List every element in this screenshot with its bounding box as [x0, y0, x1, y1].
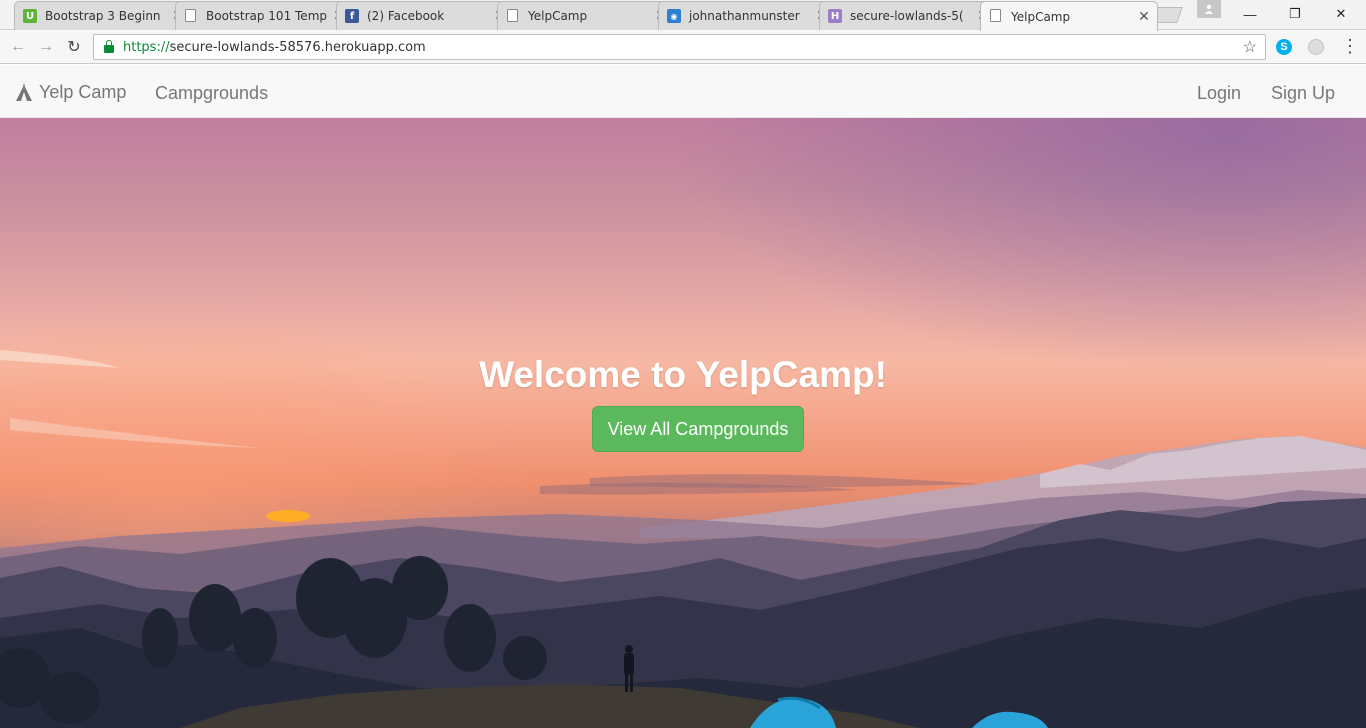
- address-bar[interactable]: https://secure-lowlands-58576.herokuapp.…: [93, 34, 1266, 60]
- tab-title: YelpCamp: [528, 9, 588, 23]
- cloud9-icon: ◉: [667, 9, 681, 23]
- person-icon: [1205, 4, 1213, 14]
- browser-toolbar: ← → ↻ https://secure-lowlands-58576.hero…: [0, 30, 1366, 64]
- minimize-button[interactable]: —: [1227, 0, 1273, 28]
- site-navbar: Yelp Camp Campgrounds Login Sign Up: [0, 65, 1366, 118]
- browser-tab-active[interactable]: YelpCamp ✕: [980, 1, 1158, 31]
- page-icon: [185, 9, 196, 22]
- tab-close-icon[interactable]: ✕: [1137, 9, 1151, 25]
- udemy-icon: U: [23, 9, 37, 23]
- nav-link-login[interactable]: Login: [1197, 83, 1241, 104]
- heroku-icon: H: [828, 9, 842, 23]
- hero-title: Welcome to YelpCamp!: [479, 354, 887, 395]
- nav-link-campgrounds[interactable]: Campgrounds: [155, 83, 268, 104]
- page-icon: [990, 9, 1001, 22]
- tab-title: secure-lowlands-5(: [850, 9, 964, 23]
- browser-tab[interactable]: YelpCamp ✕: [497, 1, 675, 30]
- facebook-icon: f: [345, 9, 359, 23]
- navbar-brand[interactable]: Yelp Camp: [15, 82, 126, 103]
- back-arrow-icon[interactable]: ←: [8, 37, 28, 57]
- forward-arrow-icon[interactable]: →: [36, 37, 56, 57]
- skype-extension-icon[interactable]: S: [1276, 39, 1292, 55]
- lock-icon: [104, 40, 114, 53]
- profile-button[interactable]: [1197, 0, 1221, 18]
- close-window-button[interactable]: ✕: [1318, 0, 1364, 28]
- hero-section: Welcome to YelpCamp! View All Campground…: [0, 118, 1366, 728]
- tab-title: (2) Facebook: [367, 9, 445, 23]
- view-all-campgrounds-button[interactable]: View All Campgrounds: [592, 406, 804, 452]
- tab-title: Bootstrap 101 Temp: [206, 9, 327, 23]
- browser-tabstrip: U Bootstrap 3 Beginn ✕ Bootstrap 101 Tem…: [0, 0, 1366, 31]
- browser-tab[interactable]: f (2) Facebook ✕: [336, 1, 514, 30]
- tent-icon: [16, 83, 32, 101]
- browser-menu-icon[interactable]: ⋮: [1341, 36, 1359, 56]
- tab-title: johnathanmunster: [689, 9, 800, 23]
- nav-link-signup[interactable]: Sign Up: [1271, 83, 1335, 104]
- restore-button[interactable]: ❐: [1272, 0, 1318, 28]
- browser-tab[interactable]: Bootstrap 101 Temp ✕: [175, 1, 353, 30]
- page-icon: [507, 9, 518, 22]
- url-text: https://secure-lowlands-58576.herokuapp.…: [123, 39, 426, 55]
- bookmark-star-icon[interactable]: ☆: [1243, 37, 1257, 57]
- tab-title: YelpCamp: [1011, 9, 1071, 24]
- brand-label: Yelp Camp: [39, 82, 127, 102]
- extension-icon[interactable]: [1308, 39, 1324, 55]
- tab-title: Bootstrap 3 Beginn: [45, 9, 161, 23]
- reload-icon[interactable]: ↻: [64, 37, 84, 57]
- browser-tab[interactable]: ◉ johnathanmunster ✕: [658, 1, 836, 30]
- browser-tab[interactable]: H secure-lowlands-5( ✕: [819, 1, 997, 30]
- browser-tab[interactable]: U Bootstrap 3 Beginn ✕: [14, 1, 192, 30]
